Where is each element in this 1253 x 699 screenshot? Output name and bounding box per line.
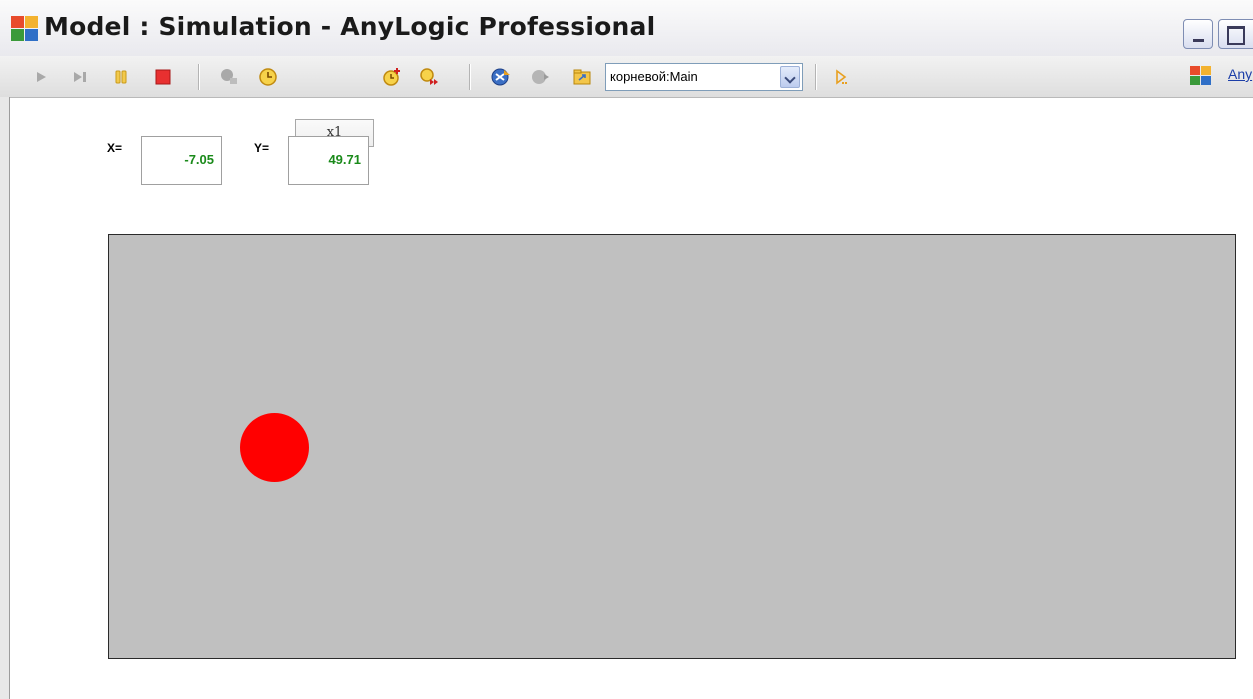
chevron-down-icon[interactable] xyxy=(780,66,800,88)
virtual-time-icon[interactable] xyxy=(418,66,440,88)
x-label: X= xyxy=(107,141,123,155)
navigate-to-icon[interactable] xyxy=(571,66,593,88)
step-icon[interactable] xyxy=(69,66,91,88)
anylogic-link[interactable]: Any xyxy=(1228,66,1252,82)
maximize-button[interactable] xyxy=(1218,19,1253,49)
window-frame-left xyxy=(0,97,10,699)
y-label: Y= xyxy=(254,141,270,155)
home-icon[interactable] xyxy=(529,66,551,88)
experiment-selector[interactable]: корневой:Main xyxy=(605,63,803,91)
window-titlebar[interactable]: Model : Simulation - AnyLogic Profession… xyxy=(0,0,1253,56)
window-title: Model : Simulation - AnyLogic Profession… xyxy=(44,12,656,41)
anylogic-logo-icon[interactable] xyxy=(11,16,39,42)
toolbar-separator xyxy=(198,64,200,90)
stop-icon[interactable] xyxy=(152,66,174,88)
red-ball[interactable] xyxy=(240,413,309,482)
x-value-field: -7.05 xyxy=(141,136,222,185)
realtime-clock-icon[interactable] xyxy=(257,66,279,88)
minimize-button[interactable] xyxy=(1183,19,1213,49)
slower-icon[interactable] xyxy=(218,66,240,88)
experiment-selector-value: корневой:Main xyxy=(610,69,698,84)
navigate-up-icon[interactable] xyxy=(490,66,512,88)
console-icon[interactable] xyxy=(830,66,852,88)
faster-icon[interactable] xyxy=(381,66,403,88)
toolbar-separator xyxy=(815,64,817,90)
y-value-field: 49.71 xyxy=(288,136,369,185)
toolbar-separator xyxy=(469,64,471,90)
simulation-canvas[interactable] xyxy=(108,234,1236,659)
play-icon[interactable] xyxy=(30,66,52,88)
anylogic-logo-icon[interactable] xyxy=(1190,64,1212,86)
pause-icon[interactable] xyxy=(110,66,132,88)
